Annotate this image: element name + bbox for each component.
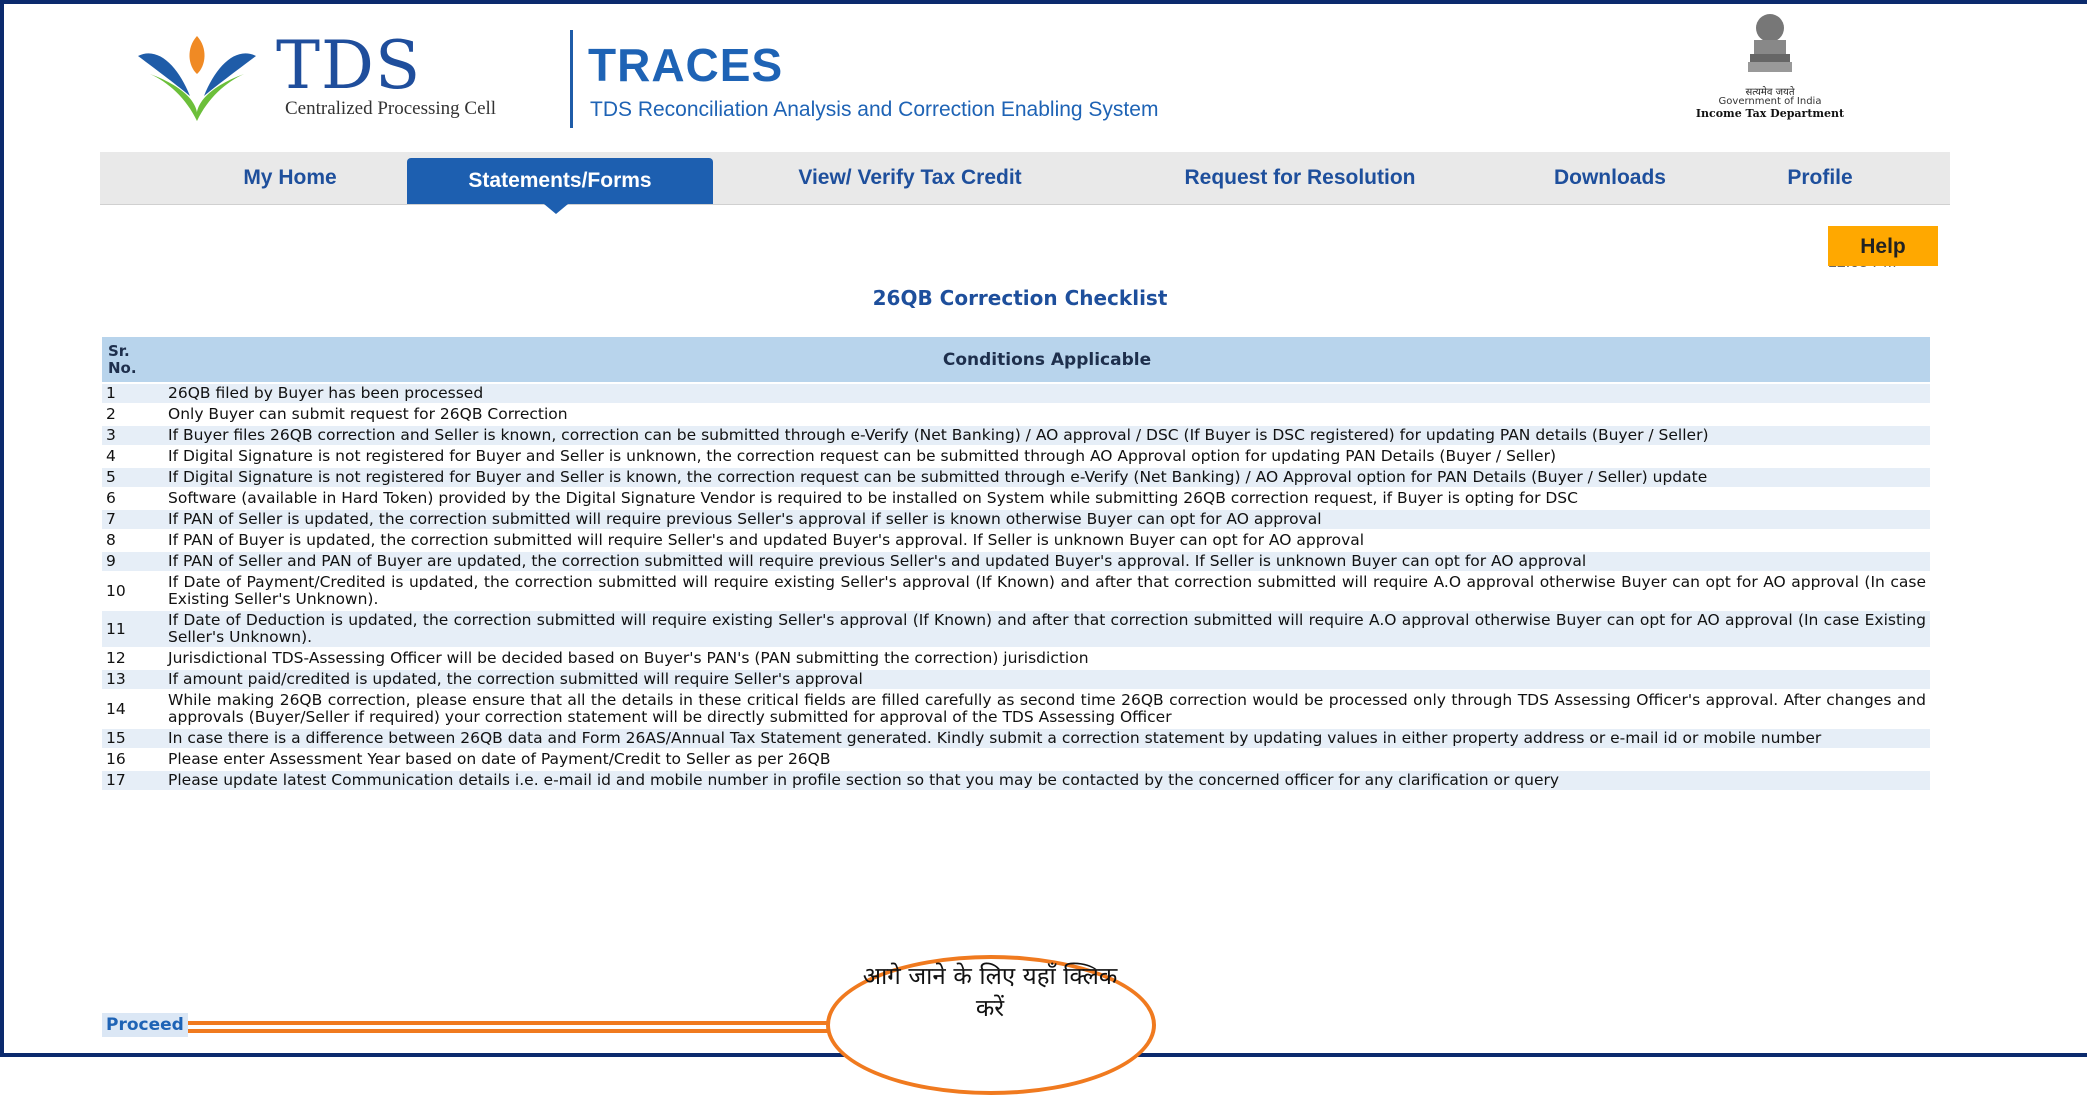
table-row: 4 If Digital Signature is not registered … [102, 447, 1930, 466]
table-row: 8 If PAN of Buyer is updated, the correct… [102, 531, 1930, 550]
help-button[interactable]: Help [1828, 226, 1938, 266]
table-row: 17 Please update latest Communication det… [102, 771, 1930, 790]
tds-title: TDS [276, 27, 422, 104]
tds-logo: TDS Centralized Processing Cell [128, 26, 568, 126]
table-row: 10 If Date of Payment/Credited is updated… [102, 573, 1930, 609]
row-condition: If PAN of Seller and PAN of Buyer are up… [164, 552, 1930, 571]
table-row: 14 While making 26QB correction, please e… [102, 691, 1930, 727]
row-condition: If PAN of Buyer is updated, the correcti… [164, 531, 1930, 550]
row-condition: If Date of Payment/Credited is updated, … [164, 573, 1930, 609]
row-condition: If Buyer files 26QB correction and Selle… [164, 426, 1930, 445]
proceed-link[interactable]: Proceed [102, 1013, 188, 1037]
row-sr-no: 7 [102, 510, 164, 529]
row-sr-no: 1 [102, 384, 164, 403]
table-row: 2 Only Buyer can submit request for 26QB … [102, 405, 1930, 424]
row-condition: If Date of Deduction is updated, the cor… [164, 611, 1930, 647]
table-row: 13 If amount paid/credited is updated, th… [102, 670, 1930, 689]
emblem-dept-text: Income Tax Department [1695, 107, 1845, 120]
table-row: 5 If Digital Signature is not registered … [102, 468, 1930, 487]
row-sr-no: 3 [102, 426, 164, 445]
header-conditions: Conditions Applicable [164, 337, 1930, 382]
nav-my-home[interactable]: My Home [210, 152, 370, 204]
table-row: 16 Please enter Assessment Year based on … [102, 750, 1930, 769]
nav-downloads[interactable]: Downloads [1530, 152, 1690, 204]
nav-view-verify-tax-credit[interactable]: View/ Verify Tax Credit [750, 152, 1070, 204]
row-condition: If PAN of Seller is updated, the correct… [164, 510, 1930, 529]
row-sr-no: 6 [102, 489, 164, 508]
table-row: 3 If Buyer files 26QB correction and Sell… [102, 426, 1930, 445]
row-condition: Please update latest Communication detai… [164, 771, 1930, 790]
table-row: 11 If Date of Deduction is updated, the c… [102, 611, 1930, 647]
row-condition: Software (available in Hard Token) provi… [164, 489, 1930, 508]
row-condition: If Digital Signature is not registered f… [164, 468, 1930, 487]
header-divider [570, 30, 573, 128]
row-sr-no: 12 [102, 649, 164, 668]
tds-swirl-icon [138, 36, 256, 121]
table-row: 12 Jurisdictional TDS-Assessing Officer w… [102, 649, 1930, 668]
traces-title: TRACES [588, 39, 784, 91]
traces-subtitle: TDS Reconciliation Analysis and Correcti… [590, 98, 1159, 121]
row-sr-no: 16 [102, 750, 164, 769]
row-sr-no: 8 [102, 531, 164, 550]
main-nav: My Home Statements/Forms View/ Verify Ta… [100, 152, 1950, 205]
row-condition: Please enter Assessment Year based on da… [164, 750, 1930, 769]
ashoka-emblem-icon [1748, 14, 1792, 72]
table-row: 1 26QB filed by Buyer has been processed [102, 384, 1930, 403]
row-sr-no: 11 [102, 611, 164, 647]
row-sr-no: 14 [102, 691, 164, 727]
table-row: 9 If PAN of Seller and PAN of Buyer are u… [102, 552, 1930, 571]
row-sr-no: 2 [102, 405, 164, 424]
row-condition: Jurisdictional TDS-Assessing Officer wil… [164, 649, 1930, 668]
callout-text: आगे जाने के लिए यहाँ क्लिक करें [862, 962, 1118, 1022]
nav-request-for-resolution[interactable]: Request for Resolution [1140, 152, 1460, 204]
nav-profile[interactable]: Profile [1760, 152, 1880, 204]
tds-subtitle: Centralized Processing Cell [285, 98, 497, 119]
row-condition: Only Buyer can submit request for 26QB C… [164, 405, 1930, 424]
emblem-govt-text: Government of India [1718, 96, 1822, 107]
row-condition: In case there is a difference between 26… [164, 729, 1930, 748]
row-sr-no: 9 [102, 552, 164, 571]
checklist-table: Sr. No. Conditions Applicable 1 26QB file… [102, 335, 1930, 792]
row-sr-no: 5 [102, 468, 164, 487]
table-row: 15 In case there is a difference between … [102, 729, 1930, 748]
nav-active-indicator [544, 204, 568, 214]
row-sr-no: 4 [102, 447, 164, 466]
row-sr-no: 13 [102, 670, 164, 689]
row-condition: If amount paid/credited is updated, the … [164, 670, 1930, 689]
govt-emblem: सत्यमेव जयते Government of India Income … [1660, 10, 1880, 125]
table-header-row: Sr. No. Conditions Applicable [102, 337, 1930, 382]
row-condition: If Digital Signature is not registered f… [164, 447, 1930, 466]
row-condition: 26QB filed by Buyer has been processed [164, 384, 1930, 403]
page-title: 26QB Correction Checklist [872, 286, 1168, 310]
row-sr-no: 10 [102, 573, 164, 609]
row-sr-no: 15 [102, 729, 164, 748]
header-sr-no: Sr. No. [102, 337, 164, 382]
row-sr-no: 17 [102, 771, 164, 790]
table-row: 6 Software (available in Hard Token) prov… [102, 489, 1930, 508]
table-row: 7 If PAN of Seller is updated, the correc… [102, 510, 1930, 529]
checklist-body: 1 26QB filed by Buyer has been processed 2… [102, 384, 1930, 790]
nav-statements-forms[interactable]: Statements/Forms [407, 158, 713, 204]
row-condition: While making 26QB correction, please ens… [164, 691, 1930, 727]
